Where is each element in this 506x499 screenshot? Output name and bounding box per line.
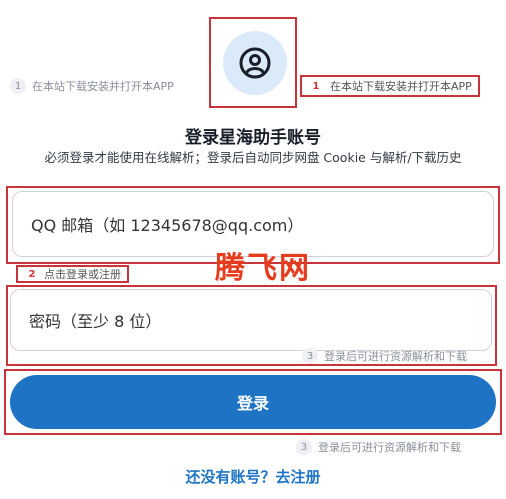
- step-hint-1: 1 在本站下载安装并打开本APP: [10, 78, 174, 94]
- step-hint-1-highlighted: 1 在本站下载安装并打开本APP: [300, 75, 480, 97]
- step-hint-2: 2 点击登录或注册: [16, 265, 129, 283]
- step-number: 1: [312, 80, 320, 92]
- step-hint-3-lower: 3 登录后可进行资源解析和下载: [296, 439, 461, 455]
- avatar: [223, 31, 287, 95]
- email-placeholder: QQ 邮箱（如 12345678@qq.com）: [31, 216, 304, 235]
- login-button-highlight: 登录: [4, 369, 502, 435]
- step-hint-3: 3 登录后可进行资源解析和下载: [302, 348, 467, 364]
- step-text: 在本站下载安装并打开本APP: [32, 80, 174, 93]
- step-text: 在本站下载安装并打开本APP: [330, 80, 472, 93]
- register-link[interactable]: 还没有账号？去注册: [0, 466, 506, 487]
- password-placeholder: 密码（至少 8 位）: [29, 312, 162, 331]
- watermark: 腾飞网: [215, 251, 311, 286]
- avatar-highlight: [209, 17, 297, 108]
- password-field[interactable]: 密码（至少 8 位）: [10, 289, 492, 351]
- step-number: 2: [28, 268, 36, 280]
- step-number: 3: [296, 439, 312, 455]
- step-text: 登录后可进行资源解析和下载: [318, 441, 461, 454]
- page-title: 登录星海助手账号: [185, 128, 321, 148]
- step-number: 3: [302, 348, 318, 364]
- page-subtitle: 必须登录才能使用在线解析；登录后自动同步网盘 Cookie 与解析/下载历史: [44, 150, 462, 165]
- step-text: 登录后可进行资源解析和下载: [324, 350, 467, 363]
- login-button[interactable]: 登录: [10, 375, 496, 429]
- step-text: 点击登录或注册: [44, 268, 121, 281]
- step-number: 1: [10, 78, 26, 94]
- user-circle-icon: [239, 47, 271, 79]
